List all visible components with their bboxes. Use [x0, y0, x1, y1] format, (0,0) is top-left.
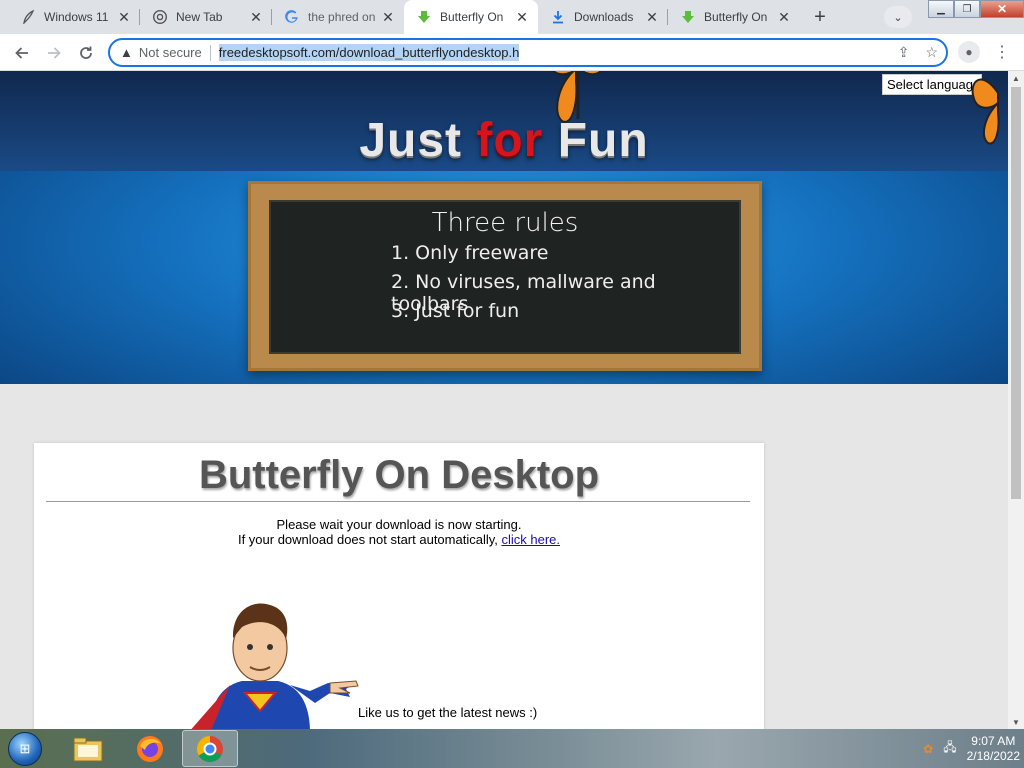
- butterfly-tray-icon[interactable]: ✿: [923, 742, 933, 756]
- chrome-icon: [196, 735, 223, 762]
- chrome-icon: [152, 9, 168, 25]
- title-divider: [46, 501, 750, 502]
- page-scrollbar[interactable]: ▲ ▼: [1008, 71, 1024, 729]
- minimize-button[interactable]: ▁: [928, 0, 954, 18]
- hero-banner: Just for Fun Three rules 1. Only freewar…: [0, 71, 1008, 384]
- download-card: Butterfly On Desktop Please wait your do…: [34, 443, 764, 729]
- taskbar-chrome[interactable]: [182, 730, 238, 767]
- tab-downloads[interactable]: Downloads ✕: [538, 0, 668, 34]
- close-window-button[interactable]: ✕: [980, 0, 1024, 18]
- download-fallback-text: If your download does not start automati…: [34, 532, 764, 547]
- folder-icon: [73, 737, 103, 761]
- address-bar-actions: ⇪ ☆: [898, 44, 938, 61]
- scroll-up-arrow-icon[interactable]: ▲: [1008, 71, 1024, 85]
- address-divider: [209, 44, 211, 61]
- page-viewport: Just for Fun Three rules 1. Only freewar…: [0, 71, 1008, 729]
- tab-google-search[interactable]: the phred on ✕: [272, 0, 404, 34]
- close-icon[interactable]: ✕: [514, 9, 530, 25]
- windows-taskbar: ⊞ ✿ 🖧 9:07 AM 2/18/2022: [0, 729, 1024, 768]
- download-arrow-icon: [680, 9, 696, 25]
- address-bar[interactable]: ▲ Not secure freedesktopsoft.com/downloa…: [108, 38, 948, 67]
- like-us-text: Like us to get the latest news :): [358, 705, 538, 720]
- download-message: Please wait your download is now startin…: [34, 517, 764, 547]
- rules-list: 1. Only freeware 2. No viruses, mallware…: [391, 242, 739, 329]
- forward-button[interactable]: [40, 39, 68, 67]
- taskbar-firefox[interactable]: [122, 730, 178, 767]
- tab-title: Butterfly On: [704, 10, 768, 24]
- network-icon[interactable]: 🖧: [943, 738, 956, 759]
- rule-item: 2. No viruses, mallware and toolbars: [391, 271, 656, 315]
- reload-button[interactable]: [72, 39, 100, 67]
- system-tray: ✿ 🖧 9:07 AM 2/18/2022: [923, 729, 1020, 768]
- windows-logo-icon: ⊞: [8, 731, 42, 766]
- chevron-down-icon: ⌄: [893, 11, 903, 24]
- rule-item: 1. Only freeware: [391, 242, 549, 264]
- firefox-icon: [137, 735, 163, 762]
- share-icon[interactable]: ⇪: [898, 44, 910, 61]
- tab-title: Butterfly On: [440, 10, 504, 24]
- language-select[interactable]: Select language: [882, 74, 982, 95]
- site-logo[interactable]: Just for Fun: [0, 113, 1008, 168]
- clock[interactable]: 9:07 AM 2/18/2022: [967, 734, 1020, 764]
- tab-title: New Tab: [176, 10, 223, 24]
- start-button[interactable]: ⊞: [4, 729, 46, 768]
- feather-icon: [20, 9, 36, 25]
- download-arrow-icon: [416, 9, 432, 25]
- tab-search-button[interactable]: ⌄: [884, 6, 912, 28]
- tab-butterfly-active[interactable]: Butterfly On ✕: [404, 0, 538, 34]
- download-icon: [550, 9, 566, 25]
- security-label[interactable]: Not secure: [139, 45, 202, 60]
- chalkboard: Three rules 1. Only freeware 2. No virus…: [248, 181, 762, 371]
- close-icon[interactable]: ✕: [116, 9, 132, 25]
- clock-time: 9:07 AM: [971, 733, 1016, 748]
- tab-windows11[interactable]: Windows 11 ✕: [8, 0, 140, 34]
- tab-butterfly-2[interactable]: Butterfly On ✕: [668, 0, 800, 34]
- download-status-text: Please wait your download is now startin…: [276, 517, 522, 532]
- tab-new-tab[interactable]: New Tab ✕: [140, 0, 272, 34]
- scroll-down-arrow-icon[interactable]: ▼: [1008, 715, 1024, 729]
- tab-title: Downloads: [574, 10, 634, 24]
- logo-word-just: Just: [359, 114, 477, 167]
- clock-date: 2/18/2022: [966, 748, 1020, 763]
- reload-icon: [80, 46, 92, 59]
- taskbar-file-explorer[interactable]: [60, 730, 116, 767]
- browser-toolbar: ▲ Not secure freedesktopsoft.com/downloa…: [0, 34, 1024, 71]
- close-icon[interactable]: ✕: [644, 9, 660, 25]
- url-text[interactable]: freedesktopsoft.com/download_butterflyon…: [218, 44, 520, 61]
- new-tab-button[interactable]: +: [806, 5, 834, 29]
- back-arrow-icon: [15, 47, 28, 59]
- butterfly-icon[interactable]: [968, 71, 1008, 155]
- tab-strip: Windows 11 ✕ New Tab ✕ the phred on ✕ Bu…: [0, 0, 1024, 34]
- scrollbar-thumb[interactable]: [1011, 87, 1021, 499]
- maximize-button[interactable]: ❐: [954, 0, 980, 18]
- tab-title: the phred on: [308, 10, 376, 24]
- chalkboard-surface: Three rules 1. Only freeware 2. No virus…: [269, 200, 741, 354]
- profile-avatar-icon[interactable]: ●: [958, 41, 980, 63]
- page-title: Butterfly On Desktop: [198, 453, 600, 497]
- click-here-link[interactable]: click here.: [502, 532, 561, 547]
- kebab-menu-icon[interactable]: ⋮: [994, 42, 1010, 62]
- back-button[interactable]: [8, 39, 36, 67]
- bookmark-star-icon[interactable]: ☆: [925, 44, 938, 61]
- close-icon[interactable]: ✕: [776, 9, 792, 25]
- butterfly-icon[interactable]: [540, 71, 612, 139]
- close-icon[interactable]: ✕: [380, 9, 396, 25]
- superhero-mascot-image: [191, 603, 359, 729]
- chalkboard-title: Three rules: [431, 208, 579, 238]
- warning-icon[interactable]: ▲: [120, 45, 133, 60]
- rule-item: 3. Just for fun: [391, 300, 520, 322]
- forward-arrow-icon: [48, 47, 61, 59]
- fallback-text: If your download does not start automati…: [237, 532, 498, 547]
- logo-word-for: for: [476, 114, 544, 167]
- close-icon[interactable]: ✕: [248, 9, 264, 25]
- window-controls: ▁ ❐ ✕: [928, 0, 1024, 18]
- tab-title: Windows 11: [44, 10, 109, 24]
- google-icon: [284, 9, 300, 25]
